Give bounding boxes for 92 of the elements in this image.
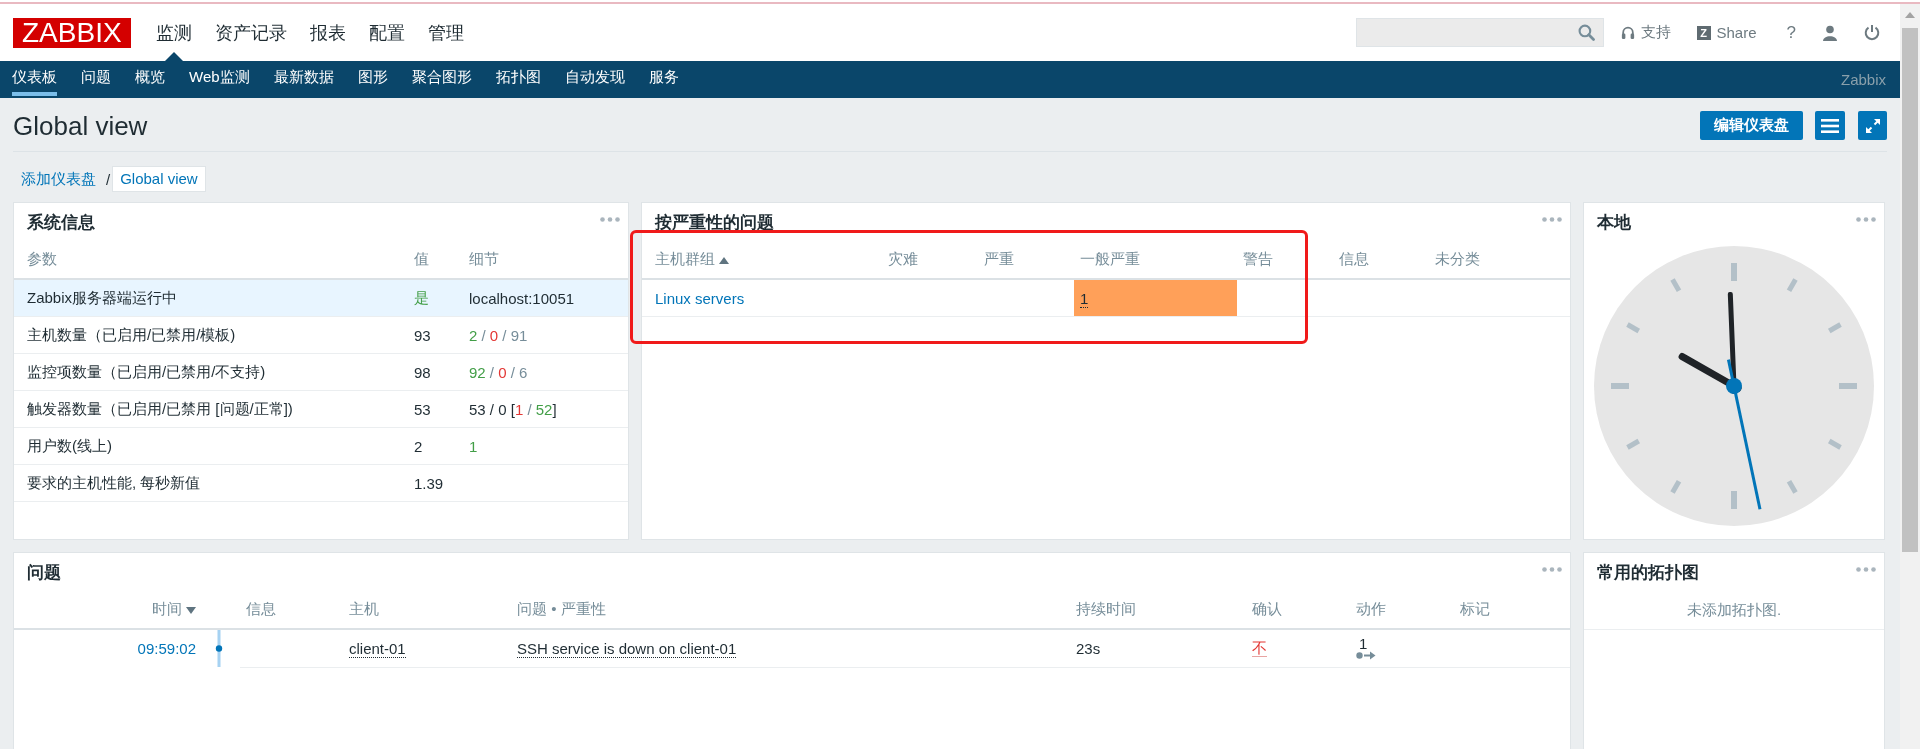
widget-title: 常用的拓扑图 [1597, 561, 1699, 584]
parameter-cell: 要求的主机性能, 每秒新值 [14, 464, 414, 502]
value-cell: 是 [414, 279, 469, 317]
more-options-icon[interactable] [600, 217, 620, 222]
column-header: 信息 [240, 591, 343, 629]
scrollbar-thumb[interactable] [1902, 28, 1918, 552]
sub-menu-item[interactable]: 自动发现 [564, 61, 625, 96]
parameter-cell: 用户数(线上) [14, 427, 414, 465]
share-link[interactable]: Z Share [1696, 24, 1757, 41]
column-header: 警告 [1237, 241, 1333, 279]
scrollbar[interactable] [1900, 4, 1920, 749]
sub-menu-item[interactable]: 最新数据 [273, 61, 334, 96]
duration-cell: 23s [1070, 629, 1246, 667]
widget-title: 按严重性的问题 [655, 211, 774, 234]
column-header: 确认 [1246, 591, 1350, 629]
support-link[interactable]: 支持 [1620, 23, 1671, 42]
more-options-icon[interactable] [1542, 567, 1562, 572]
sub-menu-item[interactable]: 图形 [357, 61, 388, 96]
details-cell: localhost:10051 [469, 279, 628, 317]
timeline-marker-icon [215, 630, 223, 667]
column-header[interactable]: 主机群组 [642, 241, 882, 279]
user-icon[interactable] [1822, 24, 1838, 41]
column-header: 标记 [1454, 591, 1570, 629]
column-header[interactable]: 时间 [14, 591, 206, 629]
column-header: 问题 • 严重性 [511, 591, 1070, 629]
details-cell: 53 / 0 [1 / 52] [469, 390, 628, 428]
value-cell: 93 [414, 316, 469, 354]
headset-icon [1620, 25, 1635, 40]
sub-menu-item[interactable]: 概览 [135, 61, 165, 96]
zabbix-logo[interactable]: ZABBIX [13, 17, 131, 48]
main-menu-item[interactable]: 监测 [155, 4, 192, 61]
sub-menu-item[interactable]: 问题 [81, 61, 111, 96]
sub-menu-item[interactable]: 聚合图形 [411, 61, 472, 96]
breadcrumb-separator: / [105, 170, 112, 188]
fullscreen-icon [1864, 117, 1881, 134]
more-options-icon[interactable] [1542, 217, 1562, 222]
sub-menu-item[interactable]: 仪表板 [12, 61, 57, 96]
column-header: 严重 [978, 241, 1074, 279]
details-cell: 2 / 0 / 91 [469, 316, 628, 354]
search-field[interactable] [1355, 18, 1604, 47]
sub-menu-item[interactable]: 服务 [648, 61, 679, 96]
value-cell: 53 [414, 390, 469, 428]
parameter-cell: 监控项数量（已启用/已禁用/不支持) [14, 353, 414, 391]
power-icon[interactable] [1864, 24, 1880, 41]
column-header: 主机 [343, 591, 511, 629]
acknowledge-link[interactable]: 不 [1252, 639, 1267, 658]
column-header: 动作 [1350, 591, 1454, 629]
menu-icon [1821, 118, 1839, 133]
sort-descending-icon[interactable] [186, 606, 196, 614]
fullscreen-button[interactable] [1858, 111, 1887, 140]
details-cell: 92 / 0 / 6 [469, 353, 628, 391]
share-logo-badge: Z [1696, 25, 1711, 40]
column-header: 持续时间 [1070, 591, 1246, 629]
problem-link[interactable]: SSH service is down on client-01 [517, 639, 737, 658]
parameter-cell: 主机数量（已启用/已禁用/模板) [14, 316, 414, 354]
widget-title: 问题 [27, 561, 61, 584]
time-link[interactable]: 09:59:02 [137, 640, 196, 657]
empty-message: 未添加拓扑图. [1686, 600, 1782, 620]
action-count[interactable]: 1 [1356, 636, 1368, 651]
menu-button[interactable] [1815, 111, 1845, 140]
server-name-label: Zabbix [1840, 71, 1886, 88]
more-options-icon[interactable] [1856, 217, 1876, 222]
more-options-icon[interactable] [1856, 567, 1876, 572]
column-header: 未分类 [1429, 241, 1570, 279]
sub-menu-item[interactable]: 拓扑图 [495, 61, 541, 96]
breadcrumb-link[interactable]: 添加仪表盘 [13, 166, 104, 192]
scroll-up-arrow-icon[interactable] [1905, 12, 1915, 18]
value-cell: 1.39 [414, 464, 469, 502]
value-cell: 98 [414, 353, 469, 391]
parameter-cell: 触发器数量（已启用/已禁用 [问题/正常]) [14, 390, 414, 428]
column-header: 灾难 [882, 241, 978, 279]
sort-ascending-icon[interactable] [719, 256, 729, 264]
parameter-cell: Zabbix服务器端运行中 [14, 279, 414, 317]
host-link[interactable]: client-01 [349, 639, 406, 658]
search-icon[interactable] [1577, 24, 1595, 41]
help-button[interactable]: ? [1786, 22, 1796, 43]
action-arrow-icon[interactable] [1356, 650, 1376, 660]
details-cell: 1 [469, 427, 628, 465]
main-menu-item[interactable]: 配置 [368, 4, 405, 61]
main-menu-item[interactable]: 资产记录 [214, 4, 287, 61]
widget-title: 本地 [1597, 211, 1631, 234]
problem-count-link[interactable]: 1 [1080, 289, 1089, 308]
page-title: Global view [13, 110, 148, 141]
edit-dashboard-button[interactable]: 编辑仪表盘 [1700, 111, 1803, 140]
column-header: 信息 [1333, 241, 1429, 279]
sub-menu-item[interactable]: Web监测 [189, 61, 250, 96]
main-menu-item[interactable]: 管理 [427, 4, 464, 61]
host-group-link[interactable]: Linux servers [655, 289, 745, 307]
breadcrumb-link[interactable]: Global view [112, 166, 206, 192]
widget-title: 系统信息 [27, 211, 95, 234]
value-cell: 2 [414, 427, 469, 465]
main-menu-item[interactable]: 报表 [309, 4, 346, 61]
